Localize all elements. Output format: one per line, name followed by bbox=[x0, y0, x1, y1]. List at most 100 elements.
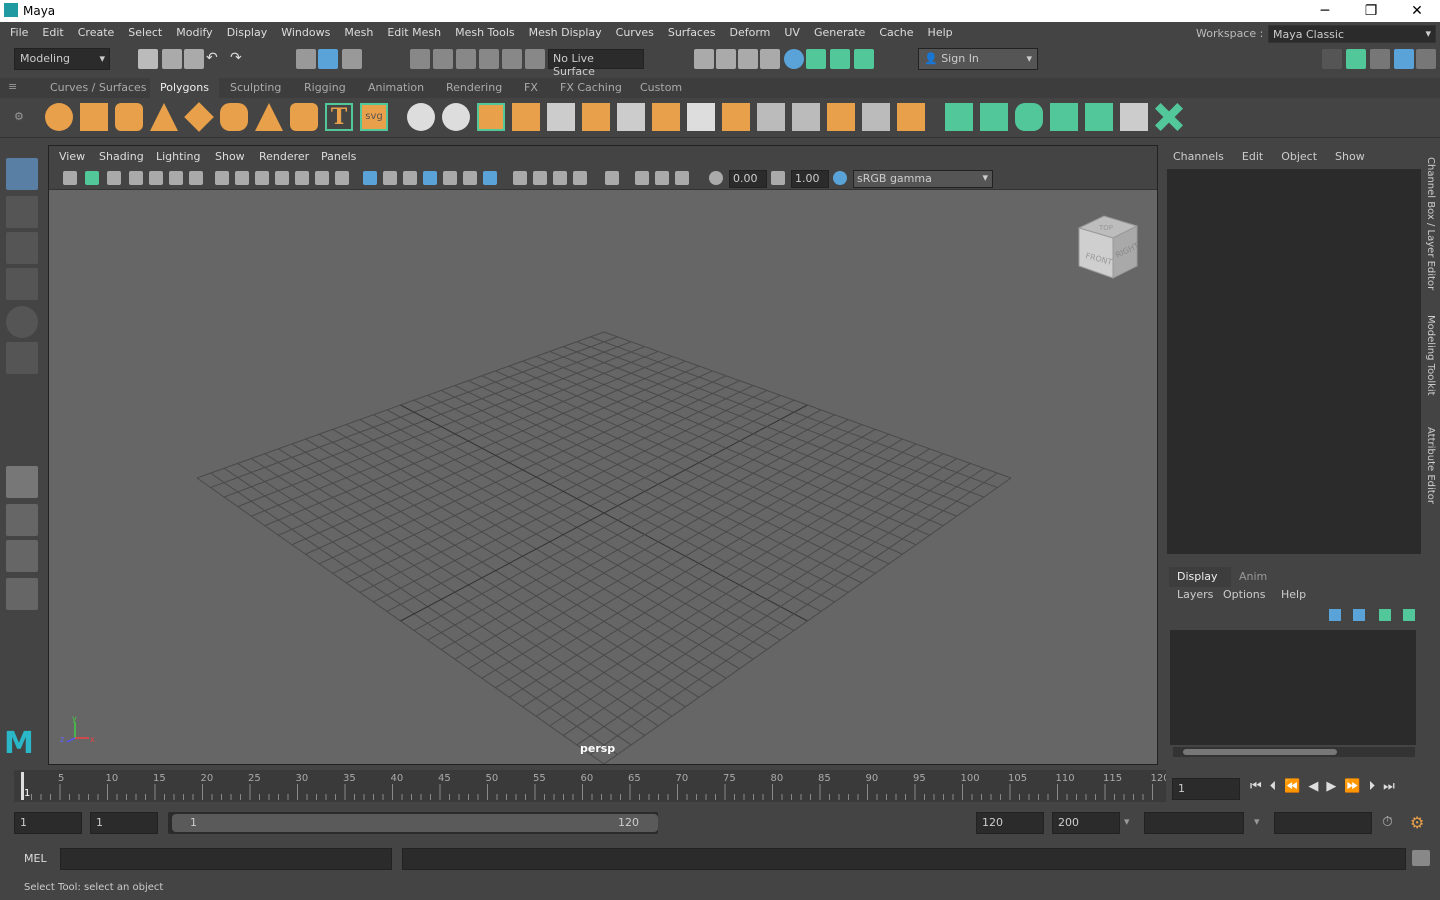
range-bar-fill[interactable] bbox=[172, 814, 658, 832]
menu-windows[interactable]: Windows bbox=[274, 22, 337, 44]
step-back-key-icon[interactable]: ⏪ bbox=[1284, 779, 1308, 794]
cut-uv-icon[interactable] bbox=[1155, 103, 1183, 131]
render-view-icon[interactable] bbox=[760, 49, 780, 69]
cylindrical-uv-icon[interactable] bbox=[980, 103, 1008, 131]
gamma-icon[interactable] bbox=[771, 171, 785, 185]
select-object-icon[interactable] bbox=[318, 49, 338, 69]
shelf-tab-fx-caching[interactable]: FX Caching bbox=[550, 78, 632, 98]
move-tool-icon[interactable] bbox=[6, 268, 38, 300]
live-surface-field[interactable]: No Live Surface bbox=[548, 49, 644, 78]
automatic-uv-icon[interactable] bbox=[1050, 103, 1078, 131]
anti-aliasing-icon[interactable] bbox=[553, 171, 567, 185]
menu-uv[interactable]: UV bbox=[777, 22, 807, 44]
use-all-lights-icon[interactable] bbox=[463, 171, 477, 185]
mirror-icon[interactable] bbox=[477, 103, 505, 131]
command-input[interactable] bbox=[60, 848, 392, 870]
lasso-tool-icon[interactable] bbox=[6, 196, 38, 228]
film-gate-icon[interactable] bbox=[235, 171, 249, 185]
persp-outliner-layout-icon[interactable] bbox=[6, 540, 38, 572]
anim-layer-field[interactable] bbox=[1144, 812, 1244, 834]
xray-joints-icon[interactable] bbox=[675, 171, 689, 185]
resolution-gate-icon[interactable] bbox=[255, 171, 269, 185]
time-ruler[interactable]: 15 10 15 20 25 30 35 40 45 50 55 60 65 70 75 80 85 90 95 10… bbox=[14, 770, 1166, 802]
sign-in-button[interactable]: 👤 Sign In ▾ bbox=[918, 48, 1038, 70]
rotate-tool-icon[interactable] bbox=[6, 306, 38, 338]
modeling-toolkit-icon[interactable] bbox=[830, 49, 850, 69]
target-weld-icon[interactable] bbox=[792, 103, 820, 131]
undo-icon[interactable]: ↶ bbox=[206, 50, 218, 66]
snap-grid-icon[interactable] bbox=[410, 49, 430, 69]
exposure-field[interactable]: 0.00 bbox=[729, 170, 767, 188]
poly-cylinder-icon[interactable] bbox=[115, 103, 143, 131]
bridge-icon[interactable] bbox=[652, 103, 680, 131]
shelf-menu-icon[interactable]: ≡ bbox=[8, 80, 38, 96]
snap-vertex-icon[interactable] bbox=[525, 49, 545, 69]
menu-file[interactable]: File bbox=[3, 22, 35, 44]
poly-svg-icon[interactable]: svg bbox=[360, 103, 388, 131]
current-frame-field[interactable]: 1 bbox=[1172, 778, 1240, 800]
xray-active-icon[interactable] bbox=[655, 171, 669, 185]
menu-mesh-display[interactable]: Mesh Display bbox=[522, 22, 609, 44]
channel-box-menu-edit[interactable]: Edit bbox=[1242, 150, 1263, 163]
new-layer-icon[interactable] bbox=[1379, 609, 1391, 621]
shelf-tab-rendering[interactable]: Rendering bbox=[436, 78, 512, 98]
combine-icon[interactable] bbox=[407, 103, 435, 131]
textured-icon[interactable] bbox=[443, 171, 457, 185]
lock-camera-icon[interactable] bbox=[85, 171, 99, 185]
attribute-editor-icon[interactable] bbox=[854, 49, 874, 69]
layer-menu-layers[interactable]: Layers bbox=[1177, 588, 1213, 601]
poly-pyramid-icon[interactable] bbox=[255, 103, 283, 131]
step-forward-key-icon[interactable]: ⏩ bbox=[1344, 779, 1368, 794]
grid-icon[interactable] bbox=[215, 171, 229, 185]
isolate-select-icon[interactable] bbox=[605, 171, 619, 185]
exposure-icon[interactable] bbox=[709, 171, 723, 185]
preferences-icon[interactable]: ⚙ bbox=[1410, 813, 1424, 832]
range-bar[interactable]: 1 120 bbox=[168, 812, 658, 834]
boolean-icon[interactable] bbox=[897, 103, 925, 131]
menu-edit[interactable]: Edit bbox=[35, 22, 70, 44]
poly-torus-icon[interactable] bbox=[220, 103, 248, 131]
shelf-tab-animation[interactable]: Animation bbox=[358, 78, 434, 98]
menu-deform[interactable]: Deform bbox=[722, 22, 777, 44]
panel-menu-shading[interactable]: Shading bbox=[99, 150, 144, 163]
move-layer-down-icon[interactable] bbox=[1353, 609, 1365, 621]
menu-edit-mesh[interactable]: Edit Mesh bbox=[380, 22, 448, 44]
close-button[interactable]: ✕ bbox=[1394, 0, 1440, 22]
animation-start-field[interactable]: 1 bbox=[14, 812, 82, 834]
gamma-field[interactable]: 1.00 bbox=[791, 170, 829, 188]
xray-icon[interactable] bbox=[635, 171, 649, 185]
modeling-toolkit-tab[interactable]: Modeling Toolkit bbox=[1425, 315, 1436, 396]
menu-select[interactable]: Select bbox=[121, 22, 169, 44]
motion-blur-icon[interactable] bbox=[533, 171, 547, 185]
menu-cache[interactable]: Cache bbox=[872, 22, 920, 44]
planar-uv-icon[interactable] bbox=[945, 103, 973, 131]
snap-view-plane-icon[interactable] bbox=[479, 49, 499, 69]
wireframe-icon[interactable] bbox=[363, 171, 377, 185]
ipr-render-icon[interactable] bbox=[738, 49, 758, 69]
render-settings-icon[interactable] bbox=[694, 49, 714, 69]
step-forward-frame-icon[interactable]: ⏵ bbox=[1369, 779, 1384, 794]
panel-menu-lighting[interactable]: Lighting bbox=[156, 150, 200, 163]
menu-generate[interactable]: Generate bbox=[807, 22, 872, 44]
workspace-select[interactable]: Maya Classic ▾ bbox=[1268, 25, 1436, 43]
menuset-select[interactable]: Modeling ▾ bbox=[14, 48, 110, 70]
poly-cone-icon[interactable] bbox=[150, 103, 178, 131]
poly-cube-icon[interactable] bbox=[80, 103, 108, 131]
playback-start-field[interactable]: 1 bbox=[90, 812, 158, 834]
auto-key-icon[interactable]: ⏱ bbox=[1382, 814, 1393, 830]
menu-display[interactable]: Display bbox=[220, 22, 275, 44]
panel-menu-panels[interactable]: Panels bbox=[321, 150, 356, 163]
insert-edge-loop-icon[interactable] bbox=[687, 103, 715, 131]
paint-select-tool-icon[interactable] bbox=[6, 232, 38, 264]
menu-modify[interactable]: Modify bbox=[169, 22, 219, 44]
shelf-tab-sculpting[interactable]: Sculpting bbox=[220, 78, 291, 98]
toggle-layer-editor-icon[interactable] bbox=[1416, 49, 1436, 69]
shelf-gear-icon[interactable]: ⚙ bbox=[14, 110, 24, 123]
channel-box-menu-channels[interactable]: Channels bbox=[1173, 150, 1224, 163]
chevron-down-icon[interactable]: ▾ bbox=[1124, 815, 1130, 828]
unfold-uv-icon[interactable] bbox=[1085, 103, 1113, 131]
field-chart-icon[interactable] bbox=[295, 171, 309, 185]
toggle-channel-box-icon[interactable] bbox=[1394, 49, 1414, 69]
play-backwards-icon[interactable]: ◀ bbox=[1308, 779, 1326, 794]
channel-box-menu-show[interactable]: Show bbox=[1335, 150, 1365, 163]
